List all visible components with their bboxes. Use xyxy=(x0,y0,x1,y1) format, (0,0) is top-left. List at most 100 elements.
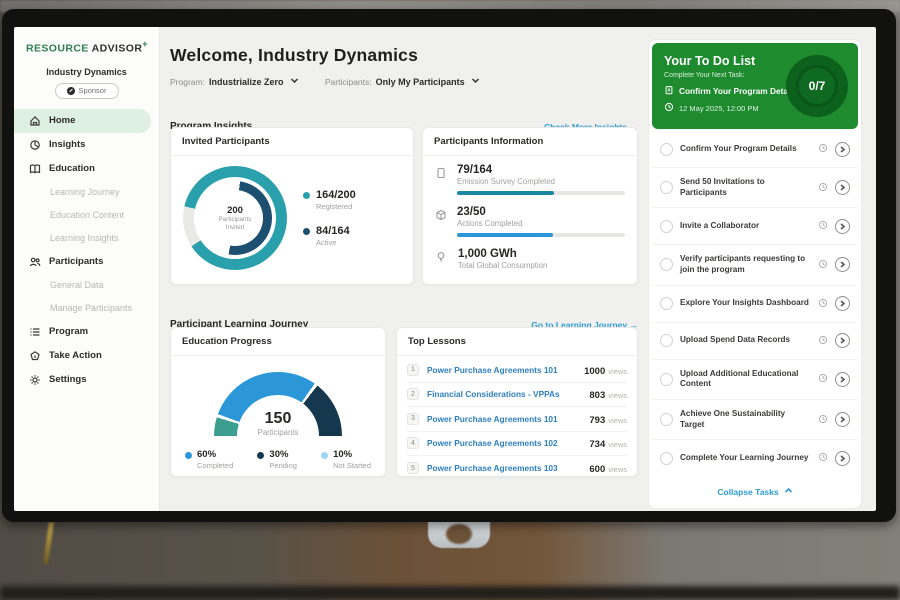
legend-dot-completed xyxy=(185,452,192,459)
chevron-right-icon[interactable] xyxy=(835,333,850,348)
sidebar-item-label: Education xyxy=(49,163,95,174)
todo-header: Your To Do List Complete Your Next Task:… xyxy=(652,43,858,129)
sidebar-item-learning-insights[interactable]: Learning Insights xyxy=(14,227,159,250)
clock-icon xyxy=(818,449,828,467)
task-checkbox[interactable] xyxy=(660,452,673,465)
sponsor-icon xyxy=(67,87,75,95)
sidebar-item-education[interactable]: Education xyxy=(14,157,159,181)
chevron-right-icon[interactable] xyxy=(835,296,850,311)
legend-label: Active xyxy=(316,238,350,247)
task-checkbox[interactable] xyxy=(660,413,673,426)
sidebar-item-general-data[interactable]: General Data xyxy=(14,274,159,297)
legend-pct: 30% xyxy=(269,449,297,460)
chevron-right-icon[interactable] xyxy=(835,372,850,387)
monitor-stand-hole xyxy=(446,524,472,544)
sidebar-item-education-content[interactable]: Education Content xyxy=(14,204,159,227)
todo-task-row[interactable]: Achieve One Sustainability Target xyxy=(652,400,858,440)
action-icon xyxy=(28,349,41,362)
clock-icon xyxy=(818,140,828,158)
lesson-row: 2 Financial Considerations - VPPAs 803vi… xyxy=(407,383,627,408)
chevron-right-icon[interactable] xyxy=(835,412,850,427)
sidebar-item-label: Take Action xyxy=(49,350,102,361)
progress-fill xyxy=(457,191,554,195)
todo-panel: Your To Do List Complete Your Next Task:… xyxy=(648,39,862,511)
lesson-link[interactable]: Power Purchase Agreements 103 xyxy=(427,463,581,473)
chevron-right-icon[interactable] xyxy=(835,219,850,234)
logo-advisor: ADVISOR xyxy=(92,43,143,55)
chevron-right-icon[interactable] xyxy=(835,257,850,272)
task-checkbox[interactable] xyxy=(660,258,673,271)
todo-progress-ring: 0/7 xyxy=(786,55,848,117)
sidebar-item-learning-journey[interactable]: Learning Journey xyxy=(14,181,159,204)
stat-row: 23/50 Actions Completed xyxy=(435,206,625,237)
sidebar-item-program[interactable]: Program xyxy=(14,320,159,344)
lesson-row: 1 Power Purchase Agreements 101 1000view… xyxy=(407,358,627,383)
todo-task-row[interactable]: Complete Your Learning Journey xyxy=(652,440,858,476)
task-checkbox[interactable] xyxy=(660,181,673,194)
sidebar-item-manage-participants[interactable]: Manage Participants xyxy=(14,297,159,320)
gauge-value: 150 xyxy=(171,410,385,428)
task-checkbox[interactable] xyxy=(660,334,673,347)
dashboard-screen: RESOURCE ADVISOR+ Industry Dynamics Spon… xyxy=(14,27,876,511)
todo-task-row[interactable]: Invite a Collaborator xyxy=(652,208,858,245)
legend-item: 30% Pending xyxy=(257,449,297,470)
lesson-views: 734 xyxy=(589,439,605,450)
task-label: Confirm Your Program Details xyxy=(680,144,811,155)
todo-task-row[interactable]: Confirm Your Program Details xyxy=(652,131,858,168)
task-checkbox[interactable] xyxy=(660,373,673,386)
program-value: Industrialize Zero xyxy=(209,77,284,87)
legend-dot-not-started xyxy=(321,452,328,459)
participants-dropdown[interactable]: Participants:Only My Participants xyxy=(325,76,480,87)
legend-label: Pending xyxy=(269,461,297,470)
task-checkbox[interactable] xyxy=(660,297,673,310)
todo-task-row[interactable]: Verify participants requesting to join t… xyxy=(652,245,858,285)
sidebar-item-participants[interactable]: Participants xyxy=(14,250,159,274)
gear-icon xyxy=(28,373,41,386)
legend-item: 60% Completed xyxy=(185,449,233,470)
todo-task-row[interactable]: Explore Your Insights Dashboard xyxy=(652,286,858,323)
lesson-link[interactable]: Power Purchase Agreements 101 xyxy=(427,365,576,375)
stat-row: 79/164 Emission Survey Completed xyxy=(435,164,625,195)
todo-task-row[interactable]: Upload Additional Educational Content xyxy=(652,360,858,400)
gauge-legend: 60% Completed 30% Pending 10% Not Starte… xyxy=(171,437,385,470)
task-label: Achieve One Sustainability Target xyxy=(680,409,811,430)
lesson-views: 793 xyxy=(589,415,605,426)
app-logo: RESOURCE ADVISOR+ xyxy=(14,27,159,59)
todo-task-row[interactable]: Upload Spend Data Records xyxy=(652,323,858,360)
lesson-link[interactable]: Power Purchase Agreements 101 xyxy=(427,414,581,424)
lesson-rank: 1 xyxy=(407,364,419,376)
clock-icon xyxy=(818,370,828,388)
sidebar-item-label: General Data xyxy=(50,280,104,290)
lesson-rank: 4 xyxy=(407,437,419,449)
legend-item: 10% Not Started xyxy=(321,449,371,470)
program-dropdown[interactable]: Program: Industrialize Zero xyxy=(170,76,299,87)
bulb-icon xyxy=(435,248,449,270)
lesson-link[interactable]: Power Purchase Agreements 102 xyxy=(427,438,581,448)
task-checkbox[interactable] xyxy=(660,220,673,233)
sidebar-item-take-action[interactable]: Take Action xyxy=(14,344,159,368)
todo-task-row[interactable]: Send 50 Invitations to Participants xyxy=(652,168,858,208)
task-checkbox[interactable] xyxy=(660,143,673,156)
sidebar-item-insights[interactable]: Insights xyxy=(14,133,159,157)
logo-resource: RESOURCE xyxy=(26,43,89,55)
stat-label: Emission Survey Completed xyxy=(457,177,625,186)
legend-label: Registered xyxy=(316,202,356,211)
chevron-right-icon[interactable] xyxy=(835,142,850,157)
chevron-right-icon[interactable] xyxy=(835,451,850,466)
card-title: Education Progress xyxy=(171,328,385,356)
lesson-views: 1000 xyxy=(584,366,605,377)
sidebar-item-label: Settings xyxy=(49,374,86,385)
org-name: Industry Dynamics xyxy=(14,67,159,77)
invited-participants-card: Invited Participants 200 Participants In… xyxy=(170,127,414,285)
collapse-tasks-link[interactable]: Collapse Tasks xyxy=(652,476,858,505)
clock-icon xyxy=(818,256,828,274)
sidebar-item-label: Home xyxy=(49,115,75,126)
chevron-right-icon[interactable] xyxy=(835,180,850,195)
sidebar-item-home[interactable]: Home xyxy=(14,109,151,133)
task-label: Send 50 Invitations to Participants xyxy=(680,177,811,198)
sidebar-item-settings[interactable]: Settings xyxy=(14,368,159,392)
task-label: Upload Additional Educational Content xyxy=(680,369,811,390)
lesson-link[interactable]: Financial Considerations - VPPAs xyxy=(427,389,581,399)
sponsor-badge-label: Sponsor xyxy=(79,86,107,95)
program-label: Program: xyxy=(170,77,205,87)
